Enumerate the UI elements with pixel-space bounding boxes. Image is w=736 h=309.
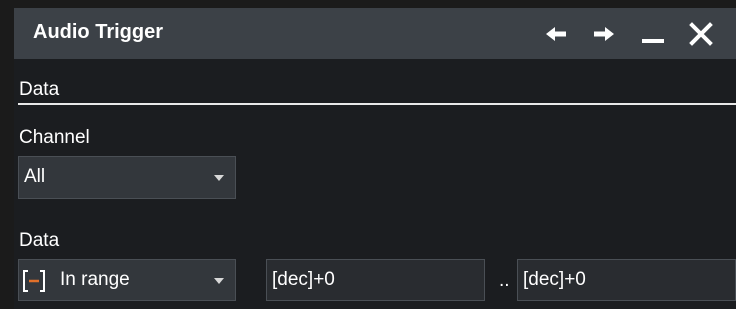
data-min-field[interactable]: [dec]+0 [266,259,485,301]
arrow-left-icon[interactable] [544,22,568,46]
data-condition-value: In range [60,269,130,290]
chevron-down-icon [214,278,224,284]
dialog-titlebar[interactable]: Audio Trigger [14,8,736,59]
data-max-value: [dec]+0 [523,269,586,290]
chevron-down-icon [214,175,224,181]
channel-dropdown[interactable]: All [18,156,236,199]
dialog-title: Audio Trigger [33,21,163,43]
channel-selected-value: All [24,166,46,187]
range-separator: .. [499,270,510,291]
close-icon[interactable] [689,22,713,46]
audio-trigger-dialog: Audio Trigger Data Channel All Data In r… [0,0,736,309]
minimize-icon[interactable] [641,22,665,46]
arrow-right-icon[interactable] [592,22,616,46]
data-label: Data [19,230,60,251]
data-max-field[interactable]: [dec]+0 [517,259,736,301]
channel-label: Channel [19,127,90,148]
section-divider [18,103,736,105]
data-min-value: [dec]+0 [272,269,335,290]
data-condition-dropdown[interactable]: In range [18,259,236,301]
section-title: Data [19,79,60,100]
dialog-body: Data Channel All Data In range [dec]+0 .… [14,59,736,309]
in-range-bracket-icon [23,270,45,292]
